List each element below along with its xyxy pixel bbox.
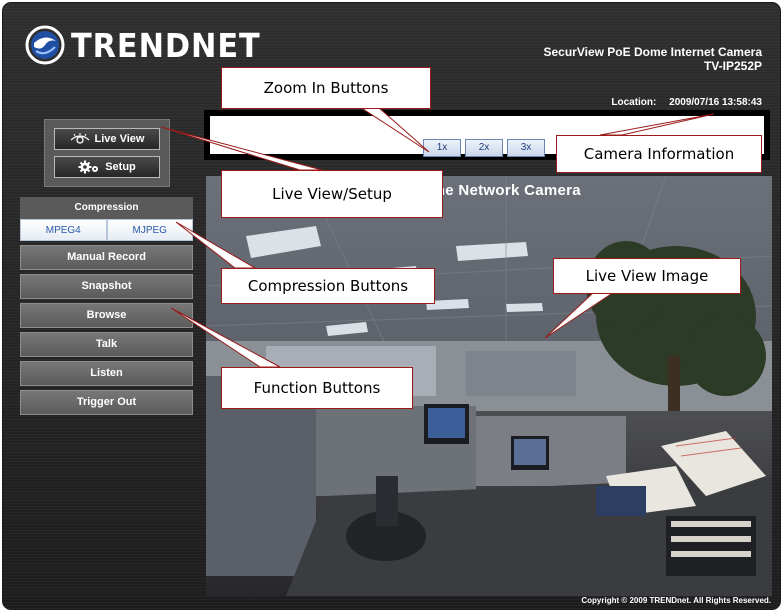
callout-zoom-in-buttons: Zoom In Buttons bbox=[221, 67, 431, 109]
callout-live-view-image: Live View Image bbox=[553, 258, 741, 294]
callout-compression-buttons: Compression Buttons bbox=[221, 268, 435, 304]
callout-camera-information: Camera Information bbox=[556, 135, 762, 173]
callout-function-buttons: Function Buttons bbox=[221, 367, 413, 409]
callout-live-view-setup: Live View/Setup bbox=[221, 170, 443, 218]
